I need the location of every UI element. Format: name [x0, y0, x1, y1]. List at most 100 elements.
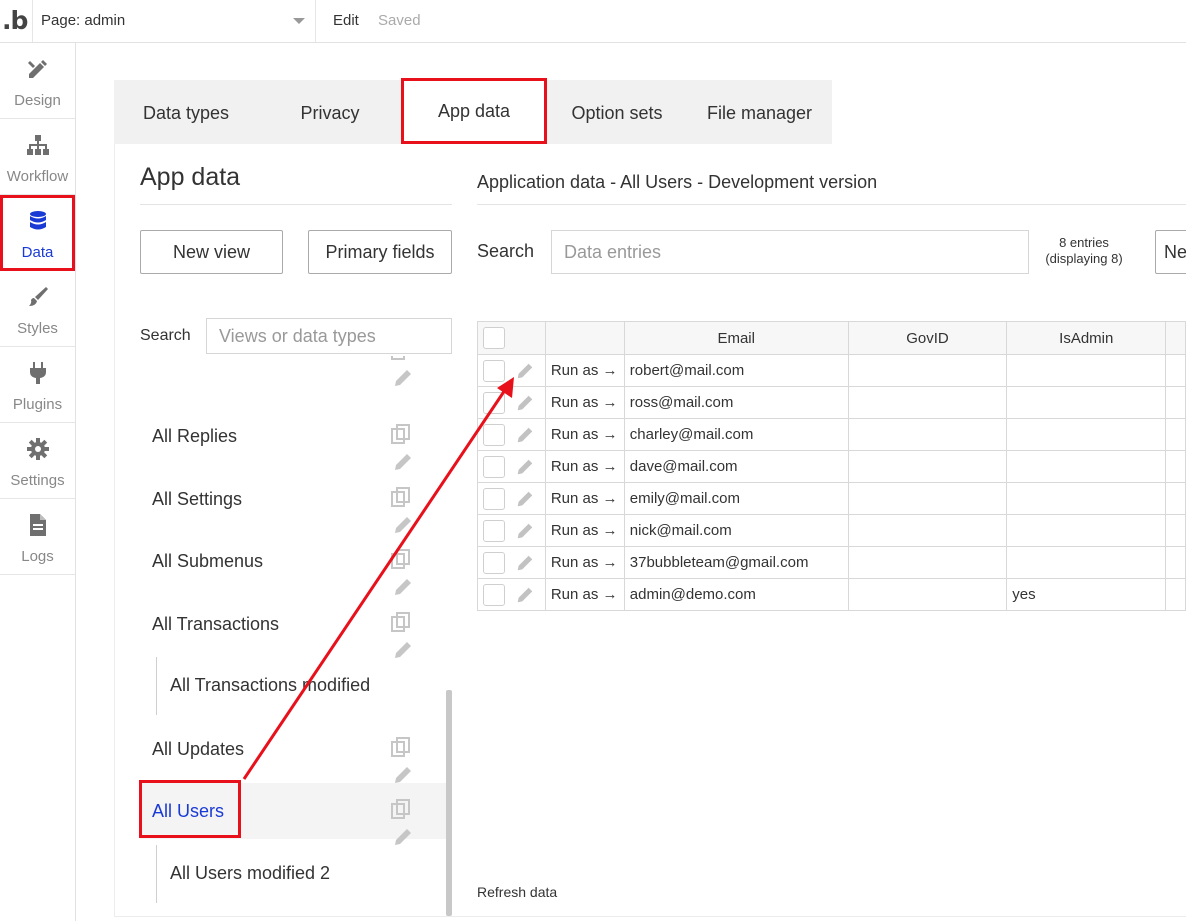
views-search-input[interactable]: Views or data types	[206, 318, 452, 354]
tab-option-sets[interactable]: Option sets	[547, 80, 687, 144]
list-item[interactable]: All Users modified 2	[140, 845, 446, 903]
pencil-icon[interactable]	[392, 367, 414, 389]
isadmin-cell	[1006, 386, 1167, 419]
row-checkbox[interactable]	[483, 551, 505, 574]
page-selector[interactable]: Page: admin	[32, 0, 316, 42]
column-header-isadmin[interactable]: IsAdmin	[1006, 321, 1167, 355]
column-header-email[interactable]: Email	[623, 321, 849, 355]
nav-label: Plugins	[12, 396, 63, 413]
table-row[interactable]: Run as → 37bubbleteam@gmail.com	[477, 546, 1186, 579]
copy-icon[interactable]	[390, 737, 412, 759]
isadmin-cell	[1006, 418, 1167, 451]
edit-menu[interactable]: Edit	[333, 12, 359, 29]
overflow-cell	[1165, 450, 1186, 483]
table-row[interactable]: Run as → dave@mail.com	[477, 450, 1186, 483]
nav-data[interactable]: Data	[0, 195, 75, 271]
row-select-cell	[477, 482, 546, 515]
table-row[interactable]: Run as → emily@mail.com	[477, 482, 1186, 515]
nav-settings[interactable]: Settings	[0, 423, 75, 499]
nav-logs[interactable]: Logs	[0, 499, 75, 575]
view-label: All Submenus	[152, 551, 264, 571]
row-checkbox[interactable]	[483, 391, 505, 414]
primary-fields-button[interactable]: Primary fields	[308, 230, 452, 274]
column-header-govid[interactable]: GovID	[847, 321, 1008, 355]
list-item-actions	[390, 549, 436, 595]
run-as-link[interactable]: Run as →	[544, 450, 625, 483]
row-checkbox[interactable]	[483, 455, 505, 478]
row-checkbox[interactable]	[483, 583, 505, 606]
nav-workflow[interactable]: Workflow	[0, 119, 75, 195]
list-item-actions	[390, 424, 436, 470]
run-as-link[interactable]: Run as →	[544, 418, 625, 451]
pencil-icon[interactable]	[515, 393, 535, 413]
list-item[interactable]: All Replies	[140, 408, 446, 470]
copy-icon[interactable]	[390, 549, 412, 571]
pencil-icon[interactable]	[515, 553, 535, 573]
row-select-cell	[477, 578, 546, 611]
list-item[interactable]: All Submenus	[140, 533, 446, 595]
entries-search-input[interactable]: Data entries	[551, 230, 1029, 274]
list-item-actions	[390, 356, 436, 386]
list-item[interactable]: All Settings	[140, 471, 446, 533]
entries-count: 8 entries (displaying 8)	[1034, 235, 1134, 267]
tab-privacy[interactable]: Privacy	[258, 80, 402, 144]
nav-design[interactable]: Design	[0, 43, 75, 119]
tab-data-types[interactable]: Data types	[114, 80, 258, 144]
run-as-link[interactable]: Run as →	[544, 386, 625, 419]
tab-file-manager[interactable]: File manager	[687, 80, 832, 144]
row-checkbox[interactable]	[483, 359, 505, 382]
table-row[interactable]: Run as → charley@mail.com	[477, 418, 1186, 451]
row-checkbox[interactable]	[483, 519, 505, 542]
pencil-icon[interactable]	[392, 451, 414, 473]
pencil-icon[interactable]	[392, 576, 414, 598]
copy-icon[interactable]	[390, 424, 412, 446]
run-as-link[interactable]: Run as →	[544, 482, 625, 515]
run-as-link[interactable]: Run as →	[544, 546, 625, 579]
pencil-icon[interactable]	[515, 585, 535, 605]
left-nav: Design Workflow Data Styles Plugins Sett…	[0, 43, 76, 921]
run-as-link[interactable]: Run as →	[544, 578, 625, 611]
bubble-logo[interactable]: .b	[2, 6, 28, 35]
data-tabs: Data types Privacy App data Option sets …	[114, 78, 832, 144]
new-entry-button[interactable]: Ne	[1155, 230, 1186, 274]
overflow-cell	[1165, 546, 1186, 579]
view-label: All Updates	[152, 739, 245, 759]
isadmin-cell	[1006, 482, 1167, 515]
table-row[interactable]: Run as → admin@demo.com yes	[477, 578, 1186, 611]
divider	[477, 204, 1186, 205]
run-as-link[interactable]: Run as →	[544, 514, 625, 547]
list-item[interactable]: All Transactions	[140, 596, 446, 658]
refresh-data-link[interactable]: Refresh data	[477, 884, 557, 900]
table-row[interactable]: Run as → robert@mail.com	[477, 354, 1186, 387]
email-cell: nick@mail.com	[623, 514, 849, 547]
new-view-button[interactable]: New view	[140, 230, 283, 274]
copy-icon[interactable]	[390, 356, 412, 362]
pencil-icon[interactable]	[515, 489, 535, 509]
list-item[interactable]: All Transactions modified	[140, 657, 446, 715]
entries-total: 8 entries	[1059, 235, 1109, 250]
run-as-link[interactable]: Run as →	[544, 354, 625, 387]
list-item[interactable]	[140, 356, 446, 386]
list-item[interactable]: All Updates	[140, 721, 446, 783]
list-item-actions	[390, 487, 436, 533]
pencil-icon[interactable]	[515, 361, 535, 381]
tab-app-data[interactable]: App data	[401, 78, 547, 144]
pencil-icon[interactable]	[515, 425, 535, 445]
row-checkbox[interactable]	[483, 487, 505, 510]
row-checkbox[interactable]	[483, 423, 505, 446]
copy-icon[interactable]	[390, 612, 412, 634]
select-all-checkbox[interactable]	[483, 327, 505, 349]
table-row[interactable]: Run as → ross@mail.com	[477, 386, 1186, 419]
nav-plugins[interactable]: Plugins	[0, 347, 75, 423]
pencil-icon[interactable]	[515, 457, 535, 477]
views-scrollbar[interactable]	[446, 690, 452, 916]
table-row[interactable]: Run as → nick@mail.com	[477, 514, 1186, 547]
view-label: All Users modified 2	[170, 863, 331, 883]
nav-styles[interactable]: Styles	[0, 271, 75, 347]
email-cell: 37bubbleteam@gmail.com	[623, 546, 849, 579]
copy-icon[interactable]	[390, 799, 412, 821]
isadmin-cell	[1006, 514, 1167, 547]
copy-icon[interactable]	[390, 487, 412, 509]
chevron-down-icon[interactable]	[293, 18, 305, 24]
pencil-icon[interactable]	[515, 521, 535, 541]
